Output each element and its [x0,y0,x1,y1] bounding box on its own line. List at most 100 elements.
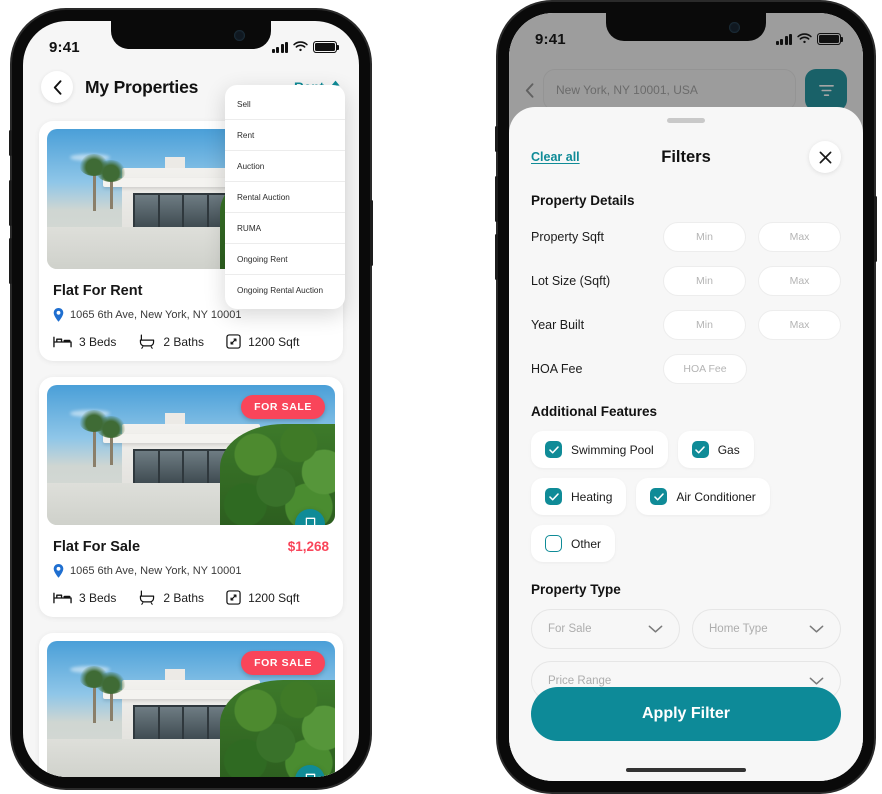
battery-icon [817,33,844,45]
checkbox-air-conditioner[interactable]: Air Conditioner [636,478,770,515]
lot-size-max-input[interactable]: Max [758,266,841,296]
filters-bottom-sheet: Clear all Filters Property Details Prope… [509,107,863,781]
bookmark-icon [305,517,315,525]
filter-label: Property Sqft [531,230,604,244]
filter-row-year-built: Year Built Min Max [531,310,841,340]
property-price: $1,268 [287,539,329,554]
filter-label: HOA Fee [531,362,583,376]
power-button [370,200,373,266]
hoa-fee-input[interactable]: HOA Fee [663,354,747,384]
filter-label: Year Built [531,318,585,332]
notch [111,21,271,49]
area-icon [226,334,241,349]
checkbox-label: Other [571,536,602,551]
signal-bars-icon [775,33,792,45]
lot-size-min-input[interactable]: Min [663,266,746,296]
spec-beds: 3 Beds [53,335,116,349]
property-type-selects: For Sale Home Type [531,609,841,649]
property-sqft-min-input[interactable]: Min [663,222,746,252]
back-button[interactable] [41,71,73,103]
spec-area: 1200 Sqft [226,590,299,605]
status-icons [271,41,340,53]
volume-up-button [9,180,12,226]
bed-icon [53,592,72,603]
filter-label: Lot Size (Sqft) [531,274,611,288]
spec-baths: 2 Baths [138,590,204,605]
spec-baths-label: 2 Baths [163,334,205,349]
spec-baths: 2 Baths [138,334,204,349]
property-address-row: 1065 6th Ave, New York, NY 10001 [53,308,329,322]
dropdown-item-rental-auction[interactable]: Rental Auction [225,182,345,213]
filter-row-hoa-fee: HOA Fee HOA Fee [531,354,841,384]
checkbox-icon-checked [650,488,668,505]
property-address: 1065 6th Ave, New York, NY 10001 [70,309,242,321]
dropdown-item-sell[interactable]: Sell [225,89,345,120]
chevron-left-icon [53,79,61,95]
location-pin-icon [53,308,64,322]
year-built-min-input[interactable]: Min [663,310,746,340]
wifi-icon [797,33,812,44]
left-screen: 9:41 My Properties Rent [23,21,359,777]
right-screen: 9:41 New York, NY 10001, USA Clear all F… [509,13,863,781]
property-specs: 3 Beds 2 Baths 1200 Sqft [53,334,329,349]
dropdown-item-ongoing-rent[interactable]: Ongoing Rent [225,244,345,275]
battery-icon [313,41,340,53]
status-badge: FOR SALE [241,395,325,419]
select-value: For Sale [548,623,592,635]
additional-features-chips: Swimming Pool Gas Heating Air Conditione… [531,431,841,562]
property-card[interactable]: FOR SALE [39,633,343,777]
checkbox-other[interactable]: Other [531,525,616,562]
checkbox-icon-checked [545,441,562,458]
checkbox-icon-unchecked [545,535,562,552]
volume-down-button [495,234,498,280]
select-for-sale[interactable]: For Sale [531,609,680,649]
apply-filter-button[interactable]: Apply Filter [531,687,841,741]
right-phone-device: 9:41 New York, NY 10001, USA Clear all F… [495,2,877,792]
chevron-down-icon [648,624,663,633]
status-badge: FOR SALE [241,651,325,675]
front-camera-icon [234,30,245,41]
clear-all-button[interactable]: Clear all [531,150,580,164]
spec-beds: 3 Beds [53,591,116,605]
volume-up-button [495,176,498,222]
sort-dropdown-menu[interactable]: Sell Rent Auction Rental Auction RUMA On… [225,85,345,309]
bookmark-icon [305,773,315,777]
spec-baths-label: 2 Baths [163,590,205,605]
close-icon [819,151,831,163]
spec-area: 1200 Sqft [226,334,299,349]
location-pin-icon [53,564,64,578]
property-card-body: Flat For Sale $1,268 1065 6th Ave, New Y… [47,525,335,605]
checkbox-heating[interactable]: Heating [531,478,627,515]
status-time: 9:41 [49,38,80,56]
dropdown-item-rent[interactable]: Rent [225,120,345,151]
checkbox-label: Gas [717,442,740,457]
property-card[interactable]: FOR SALE Flat For Sale $1,268 1065 6th A… [39,377,343,617]
bath-icon [140,590,155,605]
section-title-property-details: Property Details [531,193,635,208]
dropdown-item-auction[interactable]: Auction [225,151,345,182]
dropdown-item-ongoing-rental-auction[interactable]: Ongoing Rental Auction [225,275,345,305]
checkbox-gas[interactable]: Gas [677,431,754,468]
spec-area-label: 1200 Sqft [248,590,300,605]
filter-row-lot-size: Lot Size (Sqft) Min Max [531,266,841,296]
mute-switch [9,130,12,156]
close-button[interactable] [809,141,841,173]
status-time: 9:41 [535,30,566,48]
year-built-max-input[interactable]: Max [758,310,841,340]
wifi-icon [293,41,308,52]
checkbox-label: Heating [571,489,613,504]
property-title: Flat For Sale [53,539,141,555]
property-address: 1065 6th Ave, New York, NY 10001 [70,565,242,577]
property-image: FOR SALE [47,641,335,777]
sheet-grabber[interactable] [667,118,705,123]
checkbox-swimming-pool[interactable]: Swimming Pool [531,431,668,468]
left-phone-device: 9:41 My Properties Rent [9,10,373,788]
select-value: Home Type [709,623,768,635]
select-home-type[interactable]: Home Type [692,609,841,649]
sheet-title: Filters [661,147,711,166]
sheet-header: Clear all Filters [531,131,841,183]
dropdown-item-ruma[interactable]: RUMA [225,213,345,244]
chevron-down-icon [809,676,824,685]
property-sqft-max-input[interactable]: Max [758,222,841,252]
volume-down-button [9,238,12,284]
